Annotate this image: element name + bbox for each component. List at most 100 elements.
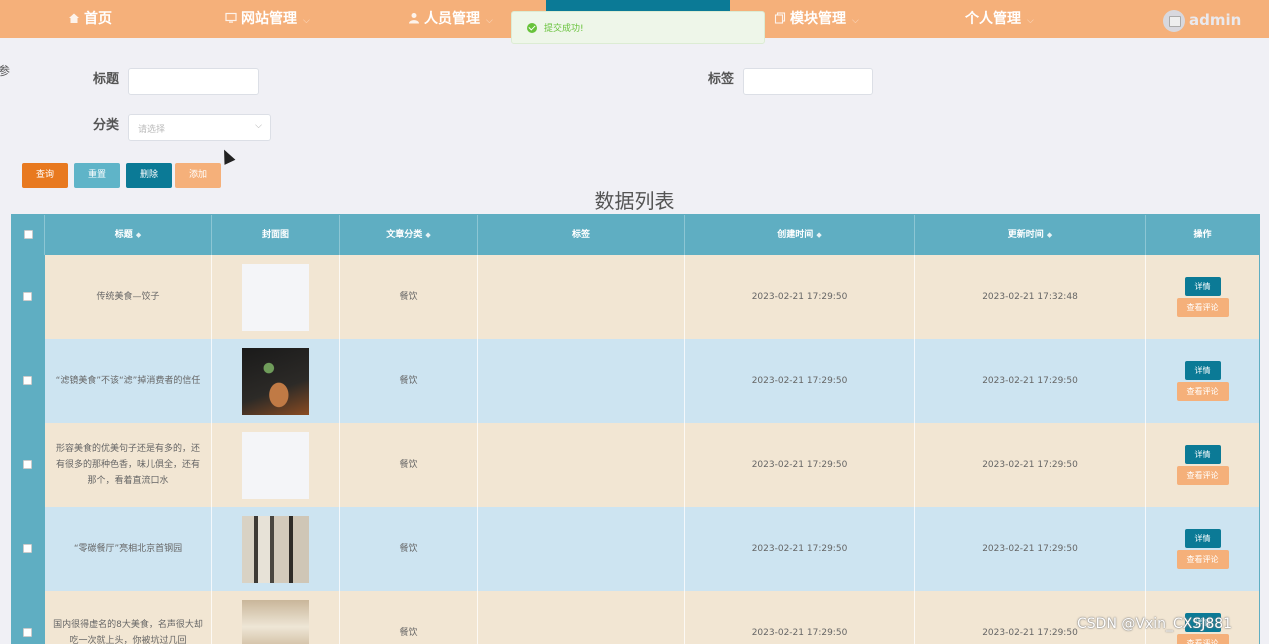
cover-image: [242, 431, 309, 499]
chevron-down-icon: ⌵: [1027, 16, 1034, 26]
checkbox[interactable]: [23, 544, 32, 553]
header-label: 创建时间: [777, 230, 814, 240]
view-comments-button[interactable]: 查看评论: [1176, 466, 1229, 485]
sort-icon[interactable]: ◆: [1047, 231, 1052, 239]
header-created[interactable]: 创建时间 ◆: [685, 215, 915, 255]
cell-cover: [212, 339, 340, 423]
cover-image: [242, 347, 309, 415]
chevron-down-icon: ⌵: [255, 121, 262, 131]
category-placeholder: 请选择: [138, 125, 166, 135]
cover-image: [242, 263, 309, 331]
header-label: 标题: [114, 230, 133, 240]
row-select-cell: [12, 591, 45, 644]
table-header: 标题 ◆ 封面图 文章分类 ◆ 标签 创建时间 ◆ 更新时间 ◆ 操作: [12, 215, 1259, 255]
row-select-cell: [12, 339, 45, 423]
header-category[interactable]: 文章分类 ◆: [340, 215, 478, 255]
view-comments-button[interactable]: 查看评论: [1176, 298, 1229, 317]
checkbox[interactable]: [23, 376, 32, 385]
user-menu[interactable]: admin: [1163, 8, 1241, 32]
cell-cover: [212, 591, 340, 644]
category-select[interactable]: 请选择 ⌵: [128, 114, 271, 141]
cell-category: 餐饮: [340, 591, 478, 644]
detail-button[interactable]: 详情: [1184, 277, 1221, 296]
chevron-down-icon: ⌵: [852, 16, 859, 26]
cell-cover: [212, 255, 340, 339]
cell-created: 2023-02-21 17:29:50: [685, 255, 915, 339]
category-label: 分类: [93, 118, 120, 133]
cell-actions: 详情 查看评论: [1146, 339, 1259, 423]
nav-item-label: 个人管理: [965, 11, 1021, 27]
table-row: 国内很得虚名的8大美食，名声很大却吃一次就上头，你被坑过几回 餐饮 2023-0…: [12, 591, 1259, 644]
cell-category: 餐饮: [340, 507, 478, 591]
cell-updated: 2023-02-21 17:29:50: [915, 339, 1146, 423]
tag-label: 标签: [708, 72, 735, 87]
detail-button[interactable]: 详情: [1184, 529, 1221, 548]
nav-item-module-management[interactable]: 模块管理 ⌵: [774, 0, 859, 38]
checkbox[interactable]: [23, 460, 32, 469]
table-row: “滤镜美食”不该“滤”掉消费者的信任 餐饮 2023-02-21 17:29:5…: [12, 339, 1259, 423]
cell-tag: [478, 255, 685, 339]
view-comments-button[interactable]: 查看评论: [1176, 634, 1229, 644]
nav-item-personal-management[interactable]: 个人管理 ⌵: [965, 0, 1034, 38]
checkbox[interactable]: [23, 292, 32, 301]
view-comments-button[interactable]: 查看评论: [1176, 382, 1229, 401]
cell-actions: 详情 查看评论: [1146, 255, 1259, 339]
header-actions: 操作: [1146, 215, 1259, 255]
chevron-down-icon: ⌵: [303, 16, 310, 26]
user-icon: [409, 13, 419, 24]
title-input[interactable]: [128, 68, 259, 95]
cell-tag: [478, 591, 685, 644]
cell-actions: 详情 查看评论: [1146, 507, 1259, 591]
cell-updated: 2023-02-21 17:29:50: [915, 507, 1146, 591]
chevron-down-icon: ⌵: [486, 16, 493, 26]
username: admin: [1189, 11, 1242, 29]
header-select-all[interactable]: [12, 215, 45, 255]
checkbox[interactable]: [23, 628, 32, 637]
header-label: 封面图: [261, 230, 289, 240]
watermark: CSDN @Vxin_CXSJ881: [1077, 616, 1233, 632]
header-label: 文章分类: [386, 230, 423, 240]
nav-item-label: 模块管理: [790, 11, 846, 27]
copy-icon: [774, 12, 786, 24]
nav-item-people-management[interactable]: 人员管理 ⌵: [408, 0, 493, 38]
tag-input[interactable]: [743, 68, 873, 95]
cell-category: 餐饮: [340, 423, 478, 507]
nav-item-site-management[interactable]: 网站管理 ⌵: [225, 0, 310, 38]
cell-cover: [212, 423, 340, 507]
sort-icon[interactable]: ◆: [136, 231, 141, 239]
nav-item-home[interactable]: 首页: [68, 0, 112, 38]
header-label: 操作: [1193, 230, 1212, 240]
cell-tag: [478, 507, 685, 591]
table-row: 形容美食的优美句子还是有多的，还有很多的那种色香，味儿俱全，还有那个，看着直流口…: [12, 423, 1259, 507]
cell-title: “零碳餐厅”亮相北京首钢园: [45, 507, 212, 591]
view-comments-button[interactable]: 查看评论: [1176, 550, 1229, 569]
table-row: 传统美食—饺子 餐饮 2023-02-21 17:29:50 2023-02-2…: [12, 255, 1259, 339]
home-icon: [69, 13, 79, 23]
list-title: 数据列表: [594, 189, 675, 213]
cell-created: 2023-02-21 17:29:50: [685, 423, 915, 507]
detail-button[interactable]: 详情: [1184, 445, 1221, 464]
row-select-cell: [12, 507, 45, 591]
avatar: [1163, 9, 1185, 32]
row-select-cell: [12, 255, 45, 339]
header-label: 更新时间: [1007, 230, 1044, 240]
sort-icon[interactable]: ◆: [816, 231, 821, 239]
cell-cover: [212, 507, 340, 591]
cell-title: 传统美食—饺子: [45, 255, 212, 339]
nav-active-indicator: [546, 0, 730, 11]
header-tag: 标签: [478, 215, 685, 255]
header-updated[interactable]: 更新时间 ◆: [915, 215, 1146, 255]
cover-image: [242, 515, 309, 583]
cell-created: 2023-02-21 17:29:50: [685, 591, 915, 644]
header-label: 标签: [571, 230, 590, 240]
detail-button[interactable]: 详情: [1184, 361, 1221, 380]
data-table: 标题 ◆ 封面图 文章分类 ◆ 标签 创建时间 ◆ 更新时间 ◆ 操作 传统美食—饺子 …: [11, 214, 1260, 644]
success-check-icon: [527, 23, 537, 33]
cell-created: 2023-02-21 17:29:50: [685, 339, 915, 423]
sort-icon[interactable]: ◆: [425, 231, 430, 239]
header-title[interactable]: 标题 ◆: [45, 215, 212, 255]
title-label: 标题: [93, 72, 120, 87]
checkbox[interactable]: [23, 230, 33, 239]
cover-image: [242, 599, 309, 644]
header-cover: 封面图: [212, 215, 340, 255]
